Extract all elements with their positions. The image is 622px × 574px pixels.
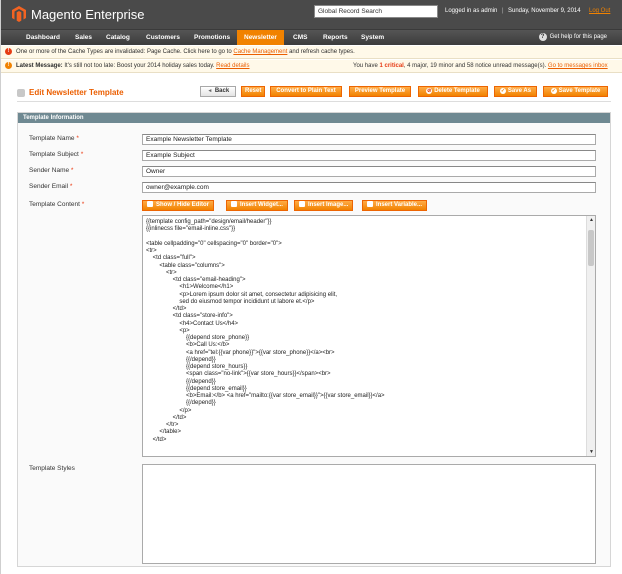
save-template-button[interactable]: ✓ Save Template <box>543 86 608 97</box>
scrollbar-thumb[interactable] <box>588 230 594 266</box>
page-icon <box>17 88 25 97</box>
required-mark: * <box>76 135 79 142</box>
template-content-textarea[interactable]: {{template config_path="design/email/hea… <box>142 215 596 457</box>
save-as-icon: ✓ <box>499 88 506 94</box>
messages-inbox-link[interactable]: Go to messages inbox <box>548 63 608 69</box>
admin-header: Magento Enterprise Global Record Search … <box>1 0 622 30</box>
show-hide-editor-button[interactable]: Show / Hide Editor <box>142 200 215 211</box>
sender-email-label: Sender Email * <box>29 183 72 190</box>
content-scrollbar[interactable]: ▲ ▼ <box>586 216 595 456</box>
nav-item-sales[interactable]: Sales <box>68 30 99 45</box>
nav-item-dashboard[interactable]: Dashboard <box>19 30 67 45</box>
login-info: Logged in as admin <box>445 8 498 14</box>
page-title-bar: Edit Newsletter Template ◄ Back Reset Con… <box>17 84 611 102</box>
brand-name: Magento Enterprise <box>31 7 145 22</box>
template-content-code: {{template config_path="design/email/hea… <box>146 219 385 443</box>
page-title-text: Edit Newsletter Template <box>29 88 124 97</box>
sender-email-label-text: Sender Email <box>29 183 69 190</box>
logout-link[interactable]: Log Out <box>589 8 610 14</box>
required-mark: * <box>81 201 85 208</box>
template-styles-textarea[interactable] <box>142 464 596 564</box>
system-messages-bar: ! Latest Message: It's still not too late… <box>1 60 622 73</box>
reset-button[interactable]: Reset <box>241 86 265 97</box>
nav-item-system[interactable]: System <box>354 30 391 45</box>
sender-email-field[interactable]: owner@example.com <box>142 182 596 193</box>
unread-messages-summary: You have 1 critical, 4 major, 19 minor a… <box>353 60 608 72</box>
unread-counts: , 4 major, 19 minor and 58 notice unread… <box>403 63 548 69</box>
delete-template-label: Delete Template <box>434 88 480 94</box>
back-arrow-icon: ◄ <box>207 88 213 94</box>
nav-item-newsletter[interactable]: Newsletter <box>237 30 284 45</box>
required-mark: * <box>69 183 73 190</box>
insert-variable-label: Insert Variable... <box>376 202 423 208</box>
magento-logo-icon <box>12 6 26 22</box>
nav-item-customers[interactable]: Customers <box>139 30 187 45</box>
save-template-label: Save Template <box>558 88 601 94</box>
variable-icon <box>367 201 373 207</box>
sender-name-label: Sender Name * <box>29 167 73 174</box>
help-link[interactable]: ? Get help for this page <box>538 31 607 44</box>
image-icon <box>299 201 305 207</box>
latest-message-label: Latest Message: <box>16 63 63 69</box>
cache-notice-text: One or more of the Cache Types are inval… <box>16 49 234 55</box>
insert-variable-button[interactable]: Insert Variable... <box>362 200 428 211</box>
required-mark: * <box>80 151 84 158</box>
delete-icon: ⊘ <box>426 88 433 94</box>
insert-image-label: Insert Image... <box>308 202 349 208</box>
editor-icon <box>147 201 153 207</box>
scroll-down-icon[interactable]: ▼ <box>589 449 594 455</box>
widget-icon <box>231 201 237 207</box>
delete-template-button[interactable]: ⊘ Delete Template <box>418 86 488 97</box>
current-date: Sunday, November 9, 2014 <box>508 8 581 14</box>
cache-notice-text-end: and refresh cache types. <box>287 49 355 55</box>
template-name-field[interactable]: Example Newsletter Template <box>142 134 596 145</box>
nav-item-catalog[interactable]: Catalog <box>99 30 137 45</box>
show-hide-editor-label: Show / Hide Editor <box>156 202 210 208</box>
latest-message-text: It's still not too late: Boost your 2014… <box>62 63 217 69</box>
back-button[interactable]: ◄ Back <box>200 86 236 97</box>
cache-notice: ! One or more of the Cache Types are inva… <box>1 46 622 59</box>
page-title: Edit Newsletter Template <box>17 88 124 97</box>
section-header: Template Information <box>18 113 610 123</box>
template-content-label-text: Template Content <box>29 201 80 208</box>
cache-management-link[interactable]: Cache Management <box>233 49 287 55</box>
read-details-link[interactable]: Read details <box>216 63 249 69</box>
preview-template-button[interactable]: Preview Template <box>349 86 411 97</box>
template-subject-label-text: Template Subject <box>29 151 79 158</box>
error-icon: ! <box>5 47 12 55</box>
nav-item-reports[interactable]: Reports <box>316 30 355 45</box>
save-as-label: Save As <box>507 88 532 94</box>
convert-plain-text-button[interactable]: Convert to Plain Text <box>270 86 342 97</box>
header-separator: | <box>502 8 504 14</box>
insert-image-button[interactable]: Insert Image... <box>294 200 354 211</box>
scroll-up-icon[interactable]: ▲ <box>589 217 594 223</box>
template-styles-label: Template Styles <box>29 465 75 472</box>
help-link-label: Get help for this page <box>549 34 607 40</box>
sender-name-label-text: Sender Name <box>29 167 70 174</box>
question-icon: ? <box>538 33 547 41</box>
back-button-label: Back <box>214 88 230 94</box>
template-subject-field[interactable]: Example Subject <box>142 150 596 161</box>
nav-item-cms[interactable]: CMS <box>286 30 314 45</box>
insert-widget-button[interactable]: Insert Widget... <box>226 200 288 211</box>
save-as-button[interactable]: ✓ Save As <box>494 86 537 97</box>
critical-count: 1 critical <box>379 63 404 69</box>
template-subject-label: Template Subject * <box>29 151 83 158</box>
warning-icon: ! <box>5 61 12 69</box>
template-name-label-text: Template Name <box>29 135 75 142</box>
template-information-fieldset: Template Information Template Name * Exa… <box>17 112 611 567</box>
main-nav: Dashboard Sales Catalog Customers Promot… <box>1 30 622 45</box>
template-name-label: Template Name * <box>29 135 79 142</box>
insert-widget-label: Insert Widget... <box>240 202 283 208</box>
unread-prefix: You have <box>353 63 380 69</box>
nav-item-promotions[interactable]: Promotions <box>187 30 237 45</box>
required-mark: * <box>70 167 74 174</box>
template-content-label: Template Content * <box>29 201 84 208</box>
save-icon: ✓ <box>550 88 557 94</box>
sender-name-field[interactable]: Owner <box>142 166 596 177</box>
global-search-input[interactable]: Global Record Search <box>314 5 438 18</box>
